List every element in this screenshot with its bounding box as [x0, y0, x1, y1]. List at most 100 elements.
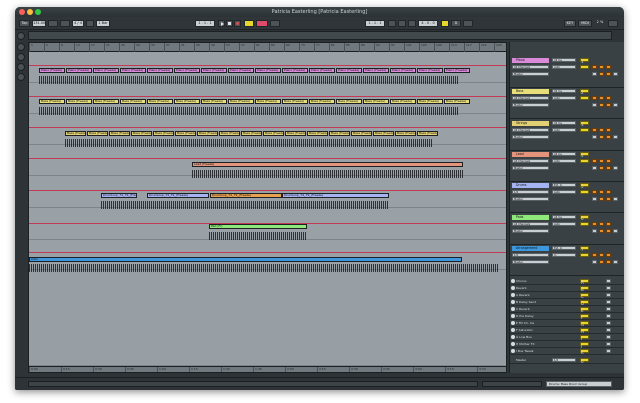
- return-send-knob[interactable]: [606, 307, 611, 311]
- clip[interactable]: Drumloop_74_79_(Freeze): [210, 193, 282, 198]
- pan-knob[interactable]: [599, 72, 604, 76]
- input-type-menu[interactable]: Ext. In: [552, 183, 576, 187]
- clip[interactable]: Lead (Freeze): [192, 162, 463, 167]
- selected-track-field[interactable]: Drums: Bass Drum Group: [546, 381, 612, 387]
- crossfade-button[interactable]: [606, 229, 611, 233]
- crossfade-button[interactable]: [606, 103, 611, 107]
- output-type-menu[interactable]: Master: [512, 229, 549, 233]
- return-send-knob[interactable]: [606, 349, 611, 353]
- key-map-button[interactable]: D: [451, 20, 461, 27]
- clip[interactable]: Bass (Freeze): [65, 131, 86, 136]
- send-a-knob[interactable]: [606, 65, 611, 69]
- return-letter[interactable]: K: [580, 349, 589, 355]
- clip[interactable]: Bass (Freeze): [255, 99, 281, 104]
- arrangement-position-field[interactable]: 1 . 1 . 1: [195, 20, 215, 27]
- monitor-menu[interactable]: Auto: [552, 65, 576, 69]
- output-type-menu[interactable]: Master: [512, 260, 549, 264]
- return-track[interactable]: D Pre Delay F: [510, 313, 624, 320]
- return-send-knob[interactable]: [606, 286, 611, 290]
- send-b-knob[interactable]: [592, 197, 597, 201]
- clip[interactable]: Bass (Freeze): [147, 99, 173, 104]
- volume-field[interactable]: [580, 159, 589, 163]
- return-send-knob[interactable]: [606, 293, 611, 297]
- track-name[interactable]: Strings: [512, 121, 549, 126]
- send-a-knob[interactable]: [606, 96, 611, 100]
- loop-length-field[interactable]: 4 . 0 . 0: [418, 20, 438, 27]
- monitor-menu[interactable]: Auto: [552, 190, 576, 194]
- return-send-knob[interactable]: [606, 300, 611, 304]
- return-send-knob[interactable]: [606, 328, 611, 332]
- fold-button[interactable]: [613, 103, 618, 107]
- track-header[interactable]: Arrangement Ext. In 7 1/2 In Master: [510, 245, 624, 276]
- clip[interactable]: Bass (Freeze): [197, 131, 218, 136]
- output-type-menu[interactable]: Master: [512, 135, 549, 139]
- categories-button-1[interactable]: [17, 43, 25, 51]
- arm-button[interactable]: [599, 222, 604, 226]
- monitor-menu[interactable]: Auto: [552, 96, 576, 100]
- status-scroll[interactable]: [482, 381, 542, 387]
- return-letter[interactable]: J: [580, 342, 589, 348]
- output-type-menu[interactable]: Master: [512, 72, 549, 76]
- record-button[interactable]: [234, 20, 241, 27]
- monitor-menu[interactable]: Auto: [552, 222, 576, 226]
- midi-map-button[interactable]: [463, 20, 473, 27]
- track-activator[interactable]: 1: [580, 58, 589, 64]
- return-track[interactable]: B Delay Send D: [510, 299, 624, 306]
- clip[interactable]: Intro: [29, 257, 462, 262]
- input-channel-menu[interactable]: 1/2: [512, 253, 549, 257]
- clip[interactable]: Piano (Freeze): [390, 68, 416, 73]
- return-track[interactable]: C Reverb E: [510, 306, 624, 313]
- clip[interactable]: Bass (Freeze): [417, 99, 443, 104]
- clip[interactable]: Bass (Freeze): [153, 131, 174, 136]
- pan-knob[interactable]: [599, 229, 604, 233]
- volume-field[interactable]: [580, 190, 589, 194]
- loop-start-field[interactable]: 1 . 1 . 1: [365, 20, 385, 27]
- master-output-menu[interactable]: 1/2: [552, 358, 576, 362]
- fold-button[interactable]: [613, 229, 618, 233]
- crossfade-button[interactable]: [606, 135, 611, 139]
- send-a-knob[interactable]: [606, 159, 611, 163]
- fold-button[interactable]: [613, 197, 618, 201]
- clip[interactable]: Bass (Freeze): [219, 131, 240, 136]
- track-activator[interactable]: 2: [580, 89, 589, 95]
- arrangement-view[interactable]: 1 5 9 13 17 21 25 29 33 37 41 45 49 53 57 61 65 69 73 77 81 8…: [28, 42, 507, 373]
- return-letter[interactable]: F: [580, 314, 589, 320]
- pan-knob[interactable]: [599, 166, 604, 170]
- track-activator[interactable]: 5: [580, 183, 589, 189]
- categories-button-4[interactable]: [17, 73, 25, 81]
- input-type-menu[interactable]: Ext. In: [552, 246, 576, 250]
- arm-button[interactable]: [599, 128, 604, 132]
- crossfade-button[interactable]: [606, 260, 611, 264]
- categories-button-2[interactable]: [17, 53, 25, 61]
- master-volume-field[interactable]: 0: [580, 358, 589, 364]
- track-activator[interactable]: 4: [580, 152, 589, 158]
- track-header[interactable]: Bass All Ins 2 All Channels Auto Master: [510, 88, 624, 119]
- clip[interactable]: Piano (Freeze): [93, 68, 119, 73]
- punch-out-button[interactable]: [408, 20, 416, 27]
- track-lanes[interactable]: Piano (Freeze) Piano (Freeze) Piano (Freez…: [29, 52, 506, 366]
- arm-button[interactable]: [599, 190, 604, 194]
- play-button[interactable]: [218, 20, 225, 27]
- clip[interactable]: Piano (Freeze): [255, 68, 281, 73]
- return-send-knob[interactable]: [606, 314, 611, 318]
- track-name[interactable]: Bass: [512, 89, 549, 94]
- clip[interactable]: Bass (Freeze): [131, 131, 152, 136]
- track-name[interactable]: Lead: [512, 152, 549, 157]
- clip[interactable]: Bass (Freeze): [336, 99, 362, 104]
- output-type-menu[interactable]: Master: [512, 103, 549, 107]
- solo-button[interactable]: [592, 128, 597, 132]
- fold-button[interactable]: [613, 135, 618, 139]
- clip[interactable]: Bass (Freeze): [395, 131, 416, 136]
- clip[interactable]: Bass (Freeze): [109, 131, 130, 136]
- clip[interactable]: Bass (Freeze): [309, 99, 335, 104]
- crossfade-button[interactable]: [606, 166, 611, 170]
- return-letter[interactable]: E: [580, 307, 589, 313]
- output-type-menu[interactable]: Master: [512, 166, 549, 170]
- clip[interactable]: Piano (Freeze): [66, 68, 92, 73]
- track-header[interactable]: Pads All Ins 6 All Channels Auto Master: [510, 214, 624, 245]
- solo-button[interactable]: [592, 190, 597, 194]
- clip[interactable]: Bass (Freeze): [120, 99, 146, 104]
- send-b-knob[interactable]: [592, 229, 597, 233]
- return-track[interactable]: G Low Bus I: [510, 334, 624, 341]
- arm-button[interactable]: [599, 253, 604, 257]
